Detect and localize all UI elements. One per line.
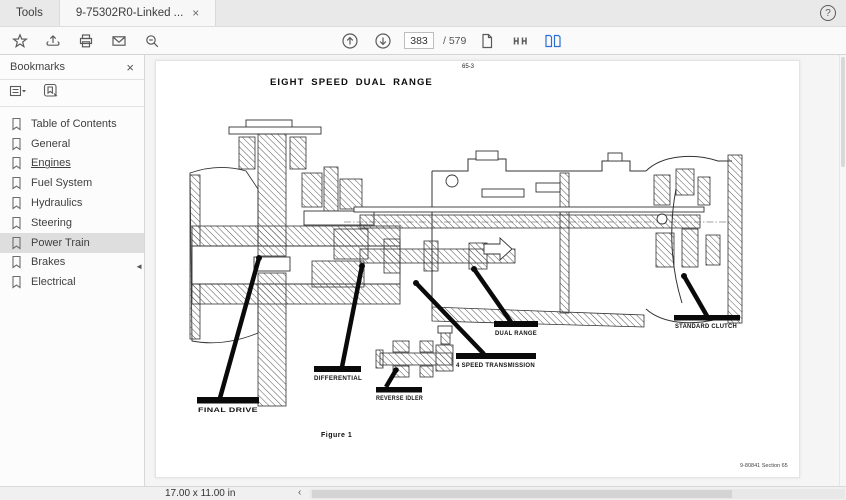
tab-document[interactable]: 9-75302R0-Linked ... × [59,0,216,26]
label-differential: DIFFERENTIAL [314,375,362,382]
bookmark-icon [10,176,23,190]
close-tab-icon[interactable]: × [192,7,199,19]
bookmark-item-label: General [31,138,70,150]
bookmark-icon [10,255,23,269]
label-final-drive: FINAL DRIVE [198,407,258,414]
collapse-panel-icon[interactable]: ◄ [135,263,143,271]
bookmark-item-hydraulics[interactable]: Hydraulics [0,193,144,213]
transmission-diagram: FINAL DRIVE DIFFERENTIAL REVERSE IDLER [184,111,744,421]
bookmarks-panel-title: Bookmarks [10,61,126,73]
document-area: 65-3 EIGHT SPEED DUAL RANGE [145,55,846,486]
label-standard-clutch: STANDARD CLUTCH [675,323,737,330]
tab-tools-label: Tools [16,7,43,19]
page-footer-reference: 9-80841 Section 65 [740,463,788,469]
pdf-page: 65-3 EIGHT SPEED DUAL RANGE [155,60,800,478]
vertical-scrollbar[interactable] [839,55,846,486]
horizontal-scrollbar[interactable] [310,489,845,499]
close-panel-icon[interactable]: × [126,60,134,75]
star-icon[interactable] [8,30,32,52]
bookmark-item-label: Brakes [31,256,65,268]
bookmark-item-label: Fuel System [31,177,92,189]
two-page-view-icon[interactable] [541,30,565,52]
transmission-case [432,151,646,327]
tab-document-label: 9-75302R0-Linked ... [76,7,183,19]
page-fit-icon[interactable] [508,30,532,52]
bookmark-icon [10,236,23,250]
figure-caption: Figure 1 [321,432,352,439]
search-icon[interactable] [140,30,164,52]
tab-tools[interactable]: Tools [0,0,59,26]
bookmarks-list: Table of Contents General Engines Fuel S… [0,107,144,292]
bookmark-item-label: Engines [31,157,71,169]
bookmarks-panel: Bookmarks × Table of Contents General En… [0,55,145,486]
bookmark-icon [10,156,23,170]
share-icon[interactable] [41,30,65,52]
bookmark-item-electrical[interactable]: Electrical [0,272,144,292]
bookmark-item-brakes[interactable]: Brakes [0,253,144,273]
toolbar: / 579 [0,27,846,55]
print-icon[interactable] [74,30,98,52]
label-dual-range: DUAL RANGE [495,330,537,337]
bookmark-item-engines[interactable]: Engines [0,154,144,174]
bookmark-item-label: Hydraulics [31,197,82,209]
page-count-label: / 579 [443,35,466,47]
bookmark-icon [10,196,23,210]
help-icon[interactable]: ? [820,5,836,21]
bookmark-item-label: Electrical [31,276,76,288]
bookmark-icon [10,275,23,289]
bookmark-item-table-of-contents[interactable]: Table of Contents [0,114,144,134]
add-bookmark-icon[interactable] [43,83,60,104]
page-corner-reference: 65-3 [462,64,474,70]
callout-dual-range: DUAL RANGE [471,266,538,337]
page-title: EIGHT SPEED DUAL RANGE [270,77,433,88]
bookmark-item-steering[interactable]: Steering [0,213,144,233]
next-page-icon[interactable] [371,30,395,52]
reverse-idler-assembly [376,326,453,377]
bookmark-item-label: Power Train [31,237,90,249]
label-reverse-idler: REVERSE IDLER [376,395,423,402]
bookmark-item-general[interactable]: General [0,134,144,154]
vertical-scrollbar-thumb[interactable] [841,57,845,167]
bookmark-icon [10,117,23,131]
tab-bar: Tools 9-75302R0-Linked ... × ? [0,0,846,27]
bookmark-item-fuel-system[interactable]: Fuel System [0,173,144,193]
page-number-input[interactable] [404,32,434,49]
bookmark-icon [10,216,23,230]
bookmark-item-label: Table of Contents [31,118,117,130]
bookmark-item-power-train[interactable]: Power Train [0,233,144,253]
single-page-view-icon[interactable] [475,30,499,52]
label-four-speed-transmission: 4 SPEED TRANSMISSION [456,362,535,369]
bookmark-options-icon[interactable] [9,83,27,104]
horizontal-scrollbar-thumb[interactable] [312,490,732,498]
scroll-left-icon[interactable]: ‹ [298,487,301,498]
bookmark-item-label: Steering [31,217,72,229]
page-size-label: 17.00 x 11.00 in [165,488,235,499]
status-bar: 17.00 x 11.00 in ‹ [0,486,846,500]
previous-page-icon[interactable] [338,30,362,52]
bookmark-icon [10,137,23,151]
email-icon[interactable] [107,30,131,52]
